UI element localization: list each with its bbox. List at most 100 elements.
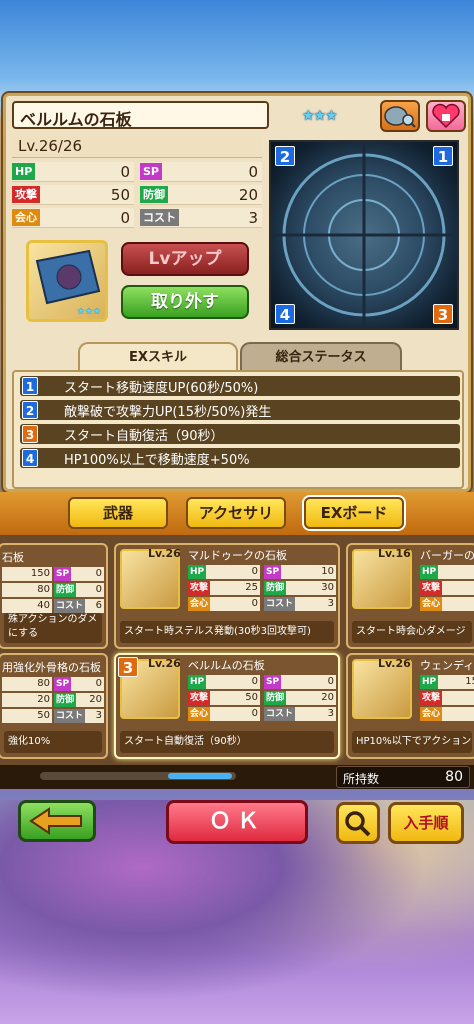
- ok-button[interactable]: ＯＫ: [166, 800, 308, 844]
- card-stat-sp: SP 10: [264, 565, 336, 579]
- skill-number: 4: [22, 449, 38, 467]
- board-slot-2: 2: [275, 146, 295, 166]
- skill-number: 2: [22, 401, 38, 419]
- item-card[interactable]: Lv.26 ウェンディ HP15 攻撃 会心 HP10%以下でアクションスキル: [346, 653, 474, 759]
- card-level: Lv.26: [148, 657, 181, 670]
- card-stat-hp: HP15: [420, 675, 474, 689]
- stat-hp: HP 0: [12, 162, 134, 182]
- item-detail-panel: ベルルムの石板 ★★★ Lv.26/26 HP 0 SP 0 攻撃 50 防御 …: [3, 93, 471, 492]
- stat-attack: 攻撃 50: [12, 185, 134, 205]
- sort-button[interactable]: 入手順: [388, 802, 464, 844]
- item-image-stars: ★★★: [76, 307, 101, 317]
- inventory-label: 所持数: [343, 772, 380, 786]
- card-name: ウェンディ: [420, 659, 474, 672]
- board-view-icon-button[interactable]: [380, 100, 420, 132]
- stat-cost: コスト 3: [140, 208, 262, 228]
- card-stat-atk: 20: [2, 693, 52, 707]
- favorite-lock-button[interactable]: [426, 100, 466, 132]
- skill-list: 1 スタート移動速度UP(60秒/50%) 2 敵撃破で攻撃力UP(15秒/50…: [12, 370, 464, 489]
- search-button[interactable]: [336, 802, 380, 844]
- tab-exboard[interactable]: EXボード: [304, 497, 404, 529]
- ex-board[interactable]: 2 1 4 3: [269, 140, 459, 330]
- magnifier-board-icon: [384, 106, 416, 128]
- card-stat-crit: 会心 0: [188, 597, 260, 611]
- board-emblem: [271, 142, 457, 328]
- card-stat-crit: 会心 0: [188, 707, 260, 721]
- card-level: Lv.26: [148, 547, 181, 560]
- card-stat-atk: 攻撃 25: [188, 581, 260, 595]
- item-card[interactable]: Lv.16 バーガーの HP 攻撃 会心 スタート時会心ダメージ: [346, 543, 474, 649]
- tablet-icon: [35, 249, 101, 305]
- skill-row-2: 2 敵撃破で攻撃力UP(15秒/50%)発生: [20, 400, 460, 420]
- card-description: スタート時ステルス発動(30秒3回攻撃可): [120, 621, 334, 643]
- list-footer-bar: 所持数 80: [0, 765, 474, 789]
- skill-text: HP100%以上で移動速度+50%: [64, 453, 250, 468]
- inventory-count: 80: [445, 769, 463, 785]
- skill-row-3: 3 スタート自動復活（90秒）: [20, 424, 460, 444]
- card-stat-atk: 攻撃 50: [188, 691, 260, 705]
- tab-weapon[interactable]: 武器: [68, 497, 168, 529]
- stat-critical-value: 0: [120, 209, 130, 227]
- remove-button[interactable]: 取り外す: [121, 285, 249, 319]
- card-stat-def: 防御 0: [54, 583, 104, 597]
- card-stat-hp: HP 0: [188, 565, 260, 579]
- card-description: 強化10%: [4, 731, 102, 753]
- skill-text: スタート自動復活（90秒）: [64, 429, 224, 444]
- board-slot-3: 3: [433, 304, 453, 324]
- skill-row-4: 4 HP100%以上で移動速度+50%: [20, 448, 460, 468]
- list-scrollbar-thumb[interactable]: [168, 773, 232, 779]
- card-slot-badge: 3: [118, 657, 138, 677]
- stat-cost-value: 3: [248, 209, 258, 227]
- card-level: Lv.26: [378, 657, 411, 670]
- list-scrollbar[interactable]: [40, 772, 236, 780]
- item-level-box: Lv.26/26: [12, 136, 262, 158]
- stat-cost-label: コスト: [140, 209, 179, 226]
- card-stat-hp: 80: [2, 677, 52, 691]
- item-card[interactable]: 石板 150 SP 0 80 防御 0 40 コスト 6 殊アクションのダメ にする: [0, 543, 108, 649]
- card-stat-def: 防御 30: [264, 581, 336, 595]
- tab-total-status[interactable]: 総合ステータス: [240, 342, 402, 370]
- card-stat-crit: 50: [2, 709, 52, 723]
- item-list: 石板 150 SP 0 80 防御 0 40 コスト 6 殊アクションのダメ にする …: [0, 535, 474, 765]
- stat-critical-label: 会心: [12, 209, 40, 226]
- card-stat-sp: SP 0: [54, 677, 104, 691]
- heart-lock-icon: [432, 103, 460, 129]
- action-row: ＯＫ 入手順: [0, 790, 474, 850]
- card-stat-atk: 攻撃: [420, 581, 474, 595]
- level-up-button[interactable]: Lvアップ: [121, 242, 249, 276]
- skill-number: 1: [22, 377, 38, 395]
- card-name: 用強化外骨格の石板: [2, 661, 101, 674]
- card-stat-def: 防御 20: [54, 693, 104, 707]
- card-description: スタート時会心ダメージ: [352, 621, 472, 643]
- board-slot-1: 1: [433, 146, 453, 166]
- card-description: スタート自動復活（90秒）: [120, 731, 334, 753]
- stat-sp-value: 0: [248, 163, 258, 181]
- category-tab-bar: 武器 アクセサリ EXボード: [0, 492, 474, 535]
- skill-text: 敵撃破で攻撃力UP(15秒/50%)発生: [64, 405, 272, 420]
- tab-accessory[interactable]: アクセサリ: [186, 497, 286, 529]
- card-stat-atk: 攻撃: [420, 691, 474, 705]
- card-name: マルドゥークの石板: [188, 549, 287, 562]
- stat-sp: SP 0: [140, 162, 262, 182]
- item-card[interactable]: 用強化外骨格の石板 80 SP 0 20 防御 20 50 コスト 3 強化10%: [0, 653, 108, 759]
- card-stat-cost: コスト 6: [54, 599, 104, 613]
- card-level: Lv.16: [378, 547, 411, 560]
- card-description: 殊アクションのダメ にする: [4, 613, 102, 643]
- board-slot-4: 4: [275, 304, 295, 324]
- item-card[interactable]: Lv.26 マルドゥークの石板 HP 0 SP 10 攻撃 25 防御 30 会心 0 コ…: [114, 543, 340, 649]
- inventory-count-box: 所持数 80: [336, 766, 470, 788]
- tab-ex-skill[interactable]: EXスキル: [78, 342, 238, 370]
- rarity-stars: ★★★: [302, 108, 338, 124]
- item-card-selected[interactable]: 3 Lv.26 ベルルムの石板 HP 0 SP 0 攻撃 50 防御 20 会心 0 コス…: [114, 653, 340, 759]
- stat-defense-value: 20: [238, 186, 258, 204]
- back-arrow-icon: [29, 807, 82, 835]
- card-stat-sp: SP 0: [264, 675, 336, 689]
- card-stat-def: 防御 20: [264, 691, 336, 705]
- back-button[interactable]: [18, 800, 96, 842]
- skill-text: スタート移動速度UP(60秒/50%): [64, 381, 259, 396]
- skill-number: 3: [22, 425, 38, 443]
- stat-attack-label: 攻撃: [12, 186, 40, 203]
- card-name: ベルルムの石板: [188, 659, 265, 672]
- stat-defense: 防御 20: [140, 185, 262, 205]
- card-name: 石板: [2, 551, 24, 564]
